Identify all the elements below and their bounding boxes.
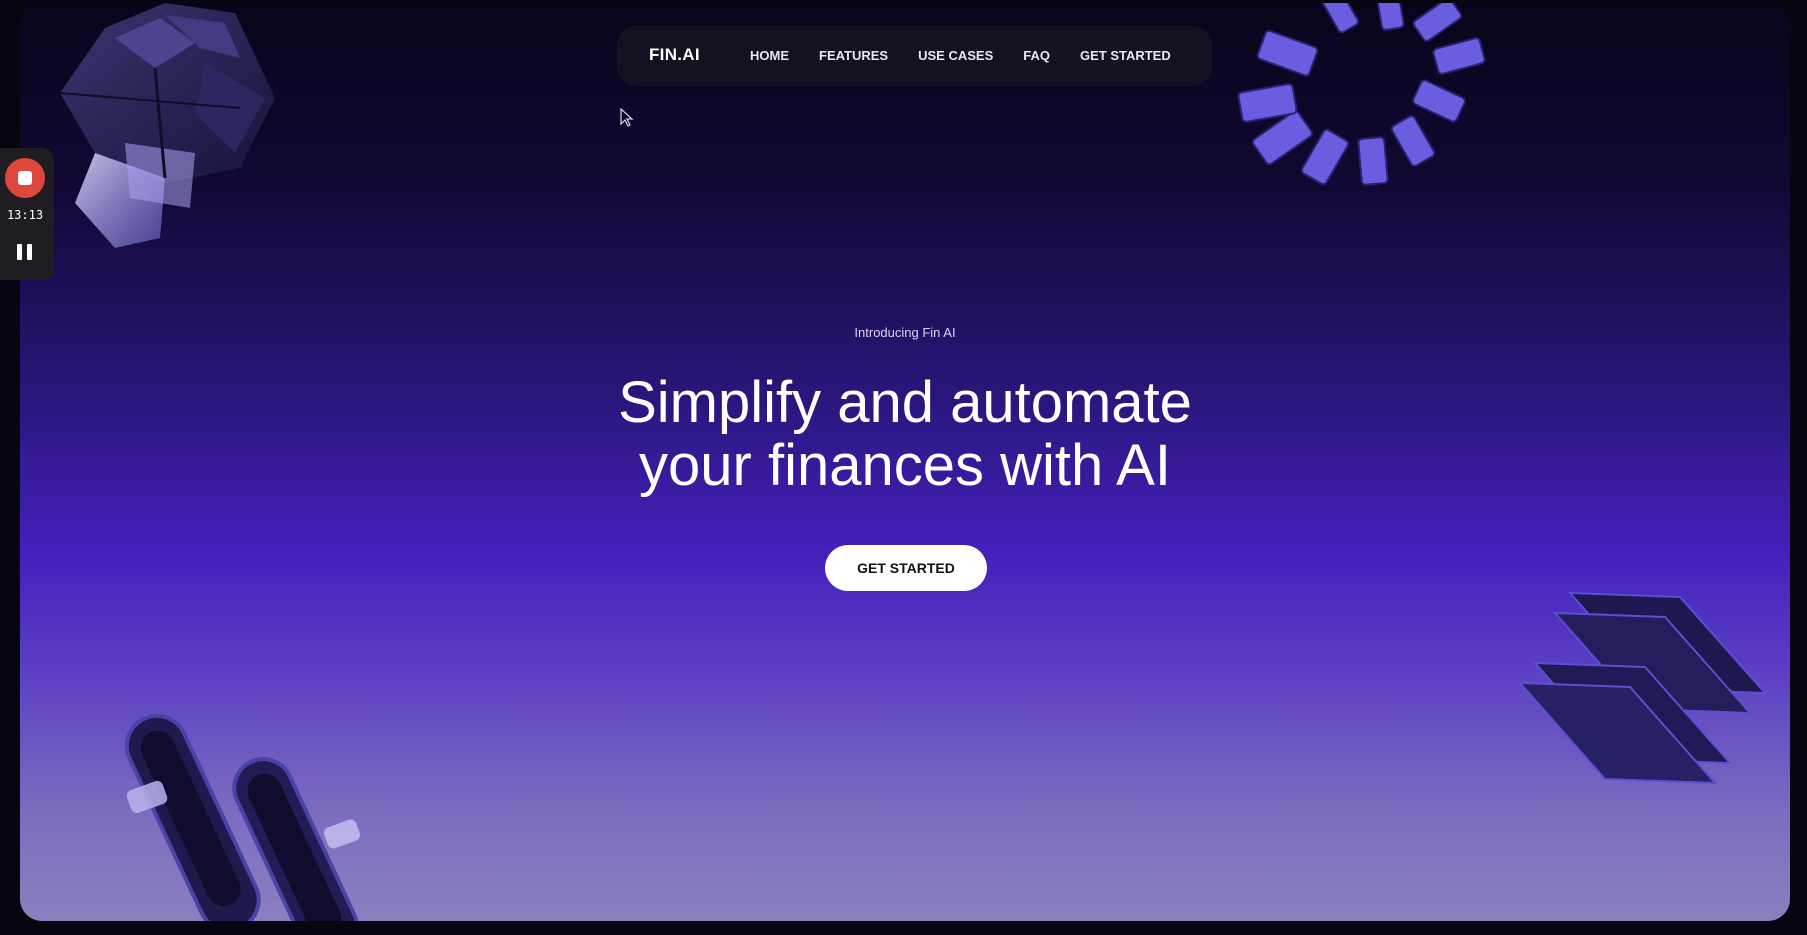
hero-headline: Simplify and automate your finances with… bbox=[20, 371, 1790, 497]
capsule-graphic bbox=[124, 713, 361, 921]
cube-graphic bbox=[59, 3, 275, 248]
stacked-plates-graphic bbox=[1517, 591, 1768, 785]
screen-recorder-widget: 13:13 bbox=[0, 148, 54, 280]
nav-links: HOME FEATURES USE CASES FAQ GET STARTED bbox=[750, 48, 1171, 63]
get-started-button[interactable]: GET STARTED bbox=[825, 545, 987, 591]
logo[interactable]: FIN.AI bbox=[649, 45, 700, 65]
hero-eyebrow: Introducing Fin AI bbox=[854, 325, 956, 340]
headline-line-1: Simplify and automate bbox=[618, 370, 1192, 435]
nav-link-get-started[interactable]: GET STARTED bbox=[1080, 48, 1171, 63]
nav-link-features[interactable]: FEATURES bbox=[819, 48, 888, 63]
top-nav: FIN.AI HOME FEATURES USE CASES FAQ GET S… bbox=[617, 26, 1212, 86]
block-ring-graphic bbox=[1237, 3, 1486, 186]
mouse-cursor-icon bbox=[620, 108, 634, 127]
recording-time: 13:13 bbox=[6, 208, 44, 222]
page-frame: FIN.AI HOME FEATURES USE CASES FAQ GET S… bbox=[20, 3, 1790, 921]
nav-link-home[interactable]: HOME bbox=[750, 48, 789, 63]
stop-record-icon[interactable] bbox=[5, 158, 45, 198]
nav-link-faq[interactable]: FAQ bbox=[1023, 48, 1050, 63]
nav-link-use-cases[interactable]: USE CASES bbox=[918, 48, 993, 63]
pause-icon[interactable] bbox=[14, 240, 36, 264]
headline-line-2: your finances with AI bbox=[639, 433, 1171, 498]
